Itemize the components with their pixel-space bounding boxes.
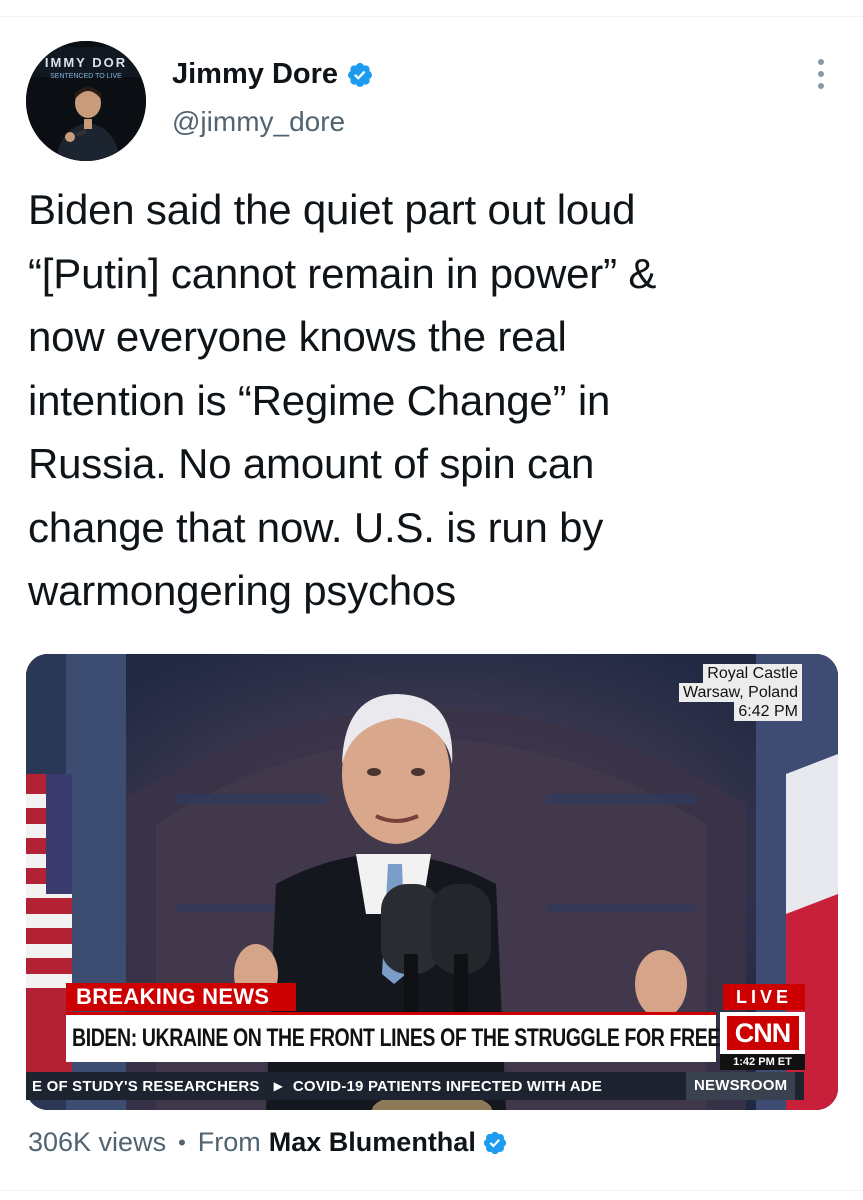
tweet-line: now everyone knows the real (28, 313, 567, 360)
headline-text: BIDEN: UKRAINE ON THE FRONT LINES OF THE… (72, 1024, 765, 1052)
tweet-footer: 306K views • From Max Blumenthal (28, 1127, 508, 1158)
source-account-link[interactable]: Max Blumenthal (269, 1127, 476, 1158)
avatar-image: IMMY DOR SENTENCED TO LIVE (26, 41, 146, 161)
breaking-news-label: BREAKING NEWS (76, 984, 270, 1009)
tweet-line: Russia. No amount of spin can (28, 440, 595, 487)
location-city: Warsaw, Poland (678, 683, 802, 702)
author-handle[interactable]: @jimmy_dore (172, 106, 345, 138)
tweet-line: change that now. U.S. is run by (28, 503, 604, 551)
separator-dot: • (178, 1129, 186, 1155)
cnn-logo: CNN (720, 1012, 805, 1054)
author-display-name[interactable]: Jimmy Dore (172, 58, 338, 91)
tweet-line: intention is “Regime Change” in (28, 376, 611, 424)
program-name: NEWSROOM (686, 1072, 796, 1100)
location-place: Royal Castle (703, 664, 802, 683)
live-badge: LIVE (723, 984, 805, 1010)
cnn-logo-text: CNN (726, 1016, 799, 1050)
ticker-left-text: E OF STUDY'S RESEARCHERS (32, 1077, 260, 1095)
location-overlay: Royal Castle Warsaw, Poland 6:42 PM (678, 664, 802, 721)
tweet-line: warmongering psychos (28, 567, 456, 614)
verified-badge-icon (483, 1131, 506, 1154)
author-name-row: Jimmy Dore (172, 58, 374, 91)
avatar-title-text: IMMY DOR (45, 55, 127, 70)
time-et: 1:42 PM ET (720, 1054, 805, 1070)
tweet-line: “[Putin] cannot remain in power” & (28, 249, 657, 297)
tweet-line: Biden said the quiet part out loud (28, 186, 636, 233)
more-dots-icon[interactable] (806, 54, 836, 94)
avatar[interactable]: IMMY DOR SENTENCED TO LIVE (26, 41, 146, 161)
top-divider (0, 16, 863, 17)
tweet-text: Biden said the quiet part out loud “[Put… (28, 178, 838, 623)
verified-badge-icon (348, 62, 372, 87)
ticker-right-text: COVID-19 PATIENTS INFECTED WITH ADE (292, 1077, 603, 1095)
avatar-subtitle-text: SENTENCED TO LIVE (50, 73, 122, 80)
location-time: 6:42 PM (734, 702, 802, 721)
view-count: 306K views (28, 1127, 167, 1157)
bottom-divider (0, 1190, 863, 1191)
play-triangle-icon: ▶ (273, 1079, 283, 1093)
from-label: From (197, 1127, 261, 1157)
